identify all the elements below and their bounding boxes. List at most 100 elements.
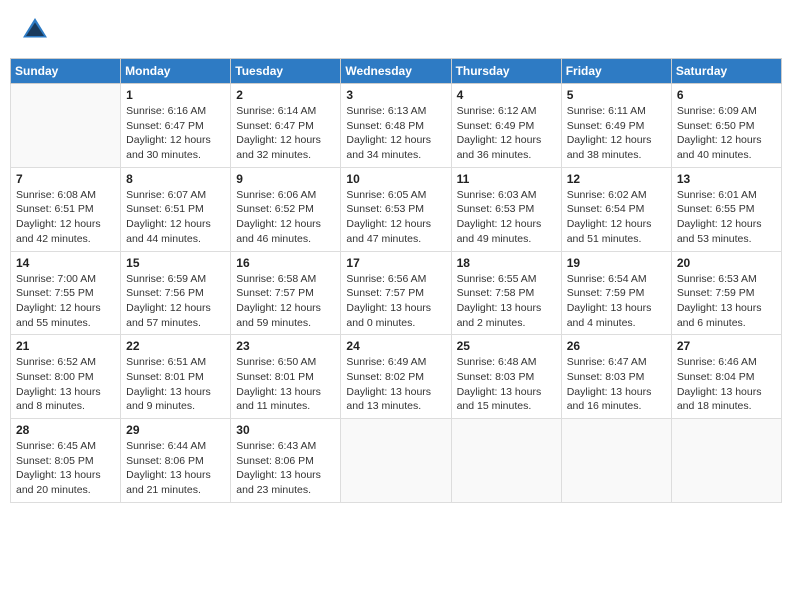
logo [20, 15, 52, 45]
day-info: Sunrise: 6:56 AMSunset: 7:57 PMDaylight:… [346, 272, 445, 331]
day-number: 28 [16, 423, 115, 437]
calendar-cell: 3 Sunrise: 6:13 AMSunset: 6:48 PMDaylight… [341, 84, 451, 168]
calendar-cell: 11 Sunrise: 6:03 AMSunset: 6:53 PMDayligh… [451, 167, 561, 251]
day-info: Sunrise: 6:54 AMSunset: 7:59 PMDaylight:… [567, 272, 666, 331]
page-header [10, 10, 782, 50]
day-info: Sunrise: 7:00 AMSunset: 7:55 PMDaylight:… [16, 272, 115, 331]
day-number: 18 [457, 256, 556, 270]
day-number: 9 [236, 172, 335, 186]
calendar-cell: 20Sunrise: 6:53 AMSunset: 7:59 PMDayligh… [671, 251, 781, 335]
calendar-cell: 6 Sunrise: 6:09 AMSunset: 6:50 PMDaylight… [671, 84, 781, 168]
day-number: 10 [346, 172, 445, 186]
day-info: Sunrise: 6:49 AMSunset: 8:02 PMDaylight:… [346, 355, 445, 414]
day-number: 19 [567, 256, 666, 270]
calendar-cell: 16 Sunrise: 6:58 AMSunset: 7:57 PMDayligh… [231, 251, 341, 335]
calendar-cell: 2 Sunrise: 6:14 AMSunset: 6:47 PMDaylight… [231, 84, 341, 168]
day-number: 15 [126, 256, 225, 270]
day-number: 20 [677, 256, 776, 270]
day-number: 27 [677, 339, 776, 353]
calendar-cell: 7 Sunrise: 6:08 AMSunset: 6:51 PMDaylight… [11, 167, 121, 251]
day-info: Sunrise: 6:09 AMSunset: 6:50 PMDaylight:… [677, 104, 776, 163]
calendar-cell: 27 Sunrise: 6:46 AMSunset: 8:04 PMDayligh… [671, 335, 781, 419]
calendar-cell: 12 Sunrise: 6:02 AMSunset: 6:54 PMDayligh… [561, 167, 671, 251]
day-info: Sunrise: 6:13 AMSunset: 6:48 PMDaylight:… [346, 104, 445, 163]
day-info: Sunrise: 6:06 AMSunset: 6:52 PMDaylight:… [236, 188, 335, 247]
calendar-cell: 29 Sunrise: 6:44 AMSunset: 8:06 PMDayligh… [121, 419, 231, 503]
calendar-cell: 13 Sunrise: 6:01 AMSunset: 6:55 PMDayligh… [671, 167, 781, 251]
day-info: Sunrise: 6:59 AMSunset: 7:56 PMDaylight:… [126, 272, 225, 331]
day-info: Sunrise: 6:01 AMSunset: 6:55 PMDaylight:… [677, 188, 776, 247]
header-monday: Monday [121, 59, 231, 84]
day-number: 13 [677, 172, 776, 186]
day-info: Sunrise: 6:55 AMSunset: 7:58 PMDaylight:… [457, 272, 556, 331]
calendar-week-5: 28 Sunrise: 6:45 AMSunset: 8:05 PMDayligh… [11, 419, 782, 503]
day-info: Sunrise: 6:45 AMSunset: 8:05 PMDaylight:… [16, 439, 115, 498]
day-number: 26 [567, 339, 666, 353]
day-info: Sunrise: 6:50 AMSunset: 8:01 PMDaylight:… [236, 355, 335, 414]
calendar-cell: 4 Sunrise: 6:12 AMSunset: 6:49 PMDaylight… [451, 84, 561, 168]
day-number: 11 [457, 172, 556, 186]
day-info: Sunrise: 6:03 AMSunset: 6:53 PMDaylight:… [457, 188, 556, 247]
day-info: Sunrise: 6:07 AMSunset: 6:51 PMDaylight:… [126, 188, 225, 247]
day-number: 4 [457, 88, 556, 102]
day-info: Sunrise: 6:46 AMSunset: 8:04 PMDaylight:… [677, 355, 776, 414]
day-number: 6 [677, 88, 776, 102]
logo-icon [20, 15, 50, 45]
calendar-cell: 18 Sunrise: 6:55 AMSunset: 7:58 PMDayligh… [451, 251, 561, 335]
day-number: 30 [236, 423, 335, 437]
calendar-cell: 14 Sunrise: 7:00 AMSunset: 7:55 PMDayligh… [11, 251, 121, 335]
calendar-week-1: 1 Sunrise: 6:16 AMSunset: 6:47 PMDaylight… [11, 84, 782, 168]
calendar-cell: 10 Sunrise: 6:05 AMSunset: 6:53 PMDayligh… [341, 167, 451, 251]
day-number: 1 [126, 88, 225, 102]
calendar-week-2: 7 Sunrise: 6:08 AMSunset: 6:51 PMDaylight… [11, 167, 782, 251]
day-info: Sunrise: 6:16 AMSunset: 6:47 PMDaylight:… [126, 104, 225, 163]
day-number: 8 [126, 172, 225, 186]
calendar-cell [451, 419, 561, 503]
day-number: 3 [346, 88, 445, 102]
calendar-cell: 22Sunrise: 6:51 AMSunset: 8:01 PMDayligh… [121, 335, 231, 419]
day-number: 14 [16, 256, 115, 270]
calendar-cell [11, 84, 121, 168]
calendar-cell: 5Sunrise: 6:11 AMSunset: 6:49 PMDaylight… [561, 84, 671, 168]
day-number: 7 [16, 172, 115, 186]
calendar-cell: 21Sunrise: 6:52 AMSunset: 8:00 PMDayligh… [11, 335, 121, 419]
calendar-cell: 19 Sunrise: 6:54 AMSunset: 7:59 PMDayligh… [561, 251, 671, 335]
day-info: Sunrise: 6:51 AMSunset: 8:01 PMDaylight:… [126, 355, 225, 414]
day-number: 29 [126, 423, 225, 437]
calendar-cell: 23 Sunrise: 6:50 AMSunset: 8:01 PMDayligh… [231, 335, 341, 419]
day-info: Sunrise: 6:14 AMSunset: 6:47 PMDaylight:… [236, 104, 335, 163]
day-info: Sunrise: 6:08 AMSunset: 6:51 PMDaylight:… [16, 188, 115, 247]
day-number: 24 [346, 339, 445, 353]
calendar-cell: 9 Sunrise: 6:06 AMSunset: 6:52 PMDaylight… [231, 167, 341, 251]
day-number: 21 [16, 339, 115, 353]
calendar-cell: 30 Sunrise: 6:43 AMSunset: 8:06 PMDayligh… [231, 419, 341, 503]
day-number: 5 [567, 88, 666, 102]
header-friday: Friday [561, 59, 671, 84]
calendar-cell: 1 Sunrise: 6:16 AMSunset: 6:47 PMDaylight… [121, 84, 231, 168]
day-number: 25 [457, 339, 556, 353]
day-number: 23 [236, 339, 335, 353]
day-info: Sunrise: 6:44 AMSunset: 8:06 PMDaylight:… [126, 439, 225, 498]
calendar-cell: 8 Sunrise: 6:07 AMSunset: 6:51 PMDaylight… [121, 167, 231, 251]
header-wednesday: Wednesday [341, 59, 451, 84]
day-info: Sunrise: 6:58 AMSunset: 7:57 PMDaylight:… [236, 272, 335, 331]
calendar-cell: 17Sunrise: 6:56 AMSunset: 7:57 PMDayligh… [341, 251, 451, 335]
calendar-cell: 15 Sunrise: 6:59 AMSunset: 7:56 PMDayligh… [121, 251, 231, 335]
day-info: Sunrise: 6:43 AMSunset: 8:06 PMDaylight:… [236, 439, 335, 498]
header-saturday: Saturday [671, 59, 781, 84]
day-info: Sunrise: 6:05 AMSunset: 6:53 PMDaylight:… [346, 188, 445, 247]
calendar-cell: 24 Sunrise: 6:49 AMSunset: 8:02 PMDayligh… [341, 335, 451, 419]
day-number: 12 [567, 172, 666, 186]
day-info: Sunrise: 6:47 AMSunset: 8:03 PMDaylight:… [567, 355, 666, 414]
day-number: 2 [236, 88, 335, 102]
calendar-cell [671, 419, 781, 503]
header-sunday: Sunday [11, 59, 121, 84]
calendar-week-3: 14 Sunrise: 7:00 AMSunset: 7:55 PMDayligh… [11, 251, 782, 335]
calendar-week-4: 21Sunrise: 6:52 AMSunset: 8:00 PMDayligh… [11, 335, 782, 419]
header-thursday: Thursday [451, 59, 561, 84]
day-info: Sunrise: 6:12 AMSunset: 6:49 PMDaylight:… [457, 104, 556, 163]
day-number: 16 [236, 256, 335, 270]
day-info: Sunrise: 6:48 AMSunset: 8:03 PMDaylight:… [457, 355, 556, 414]
day-info: Sunrise: 6:02 AMSunset: 6:54 PMDaylight:… [567, 188, 666, 247]
calendar-cell: 25 Sunrise: 6:48 AMSunset: 8:03 PMDayligh… [451, 335, 561, 419]
